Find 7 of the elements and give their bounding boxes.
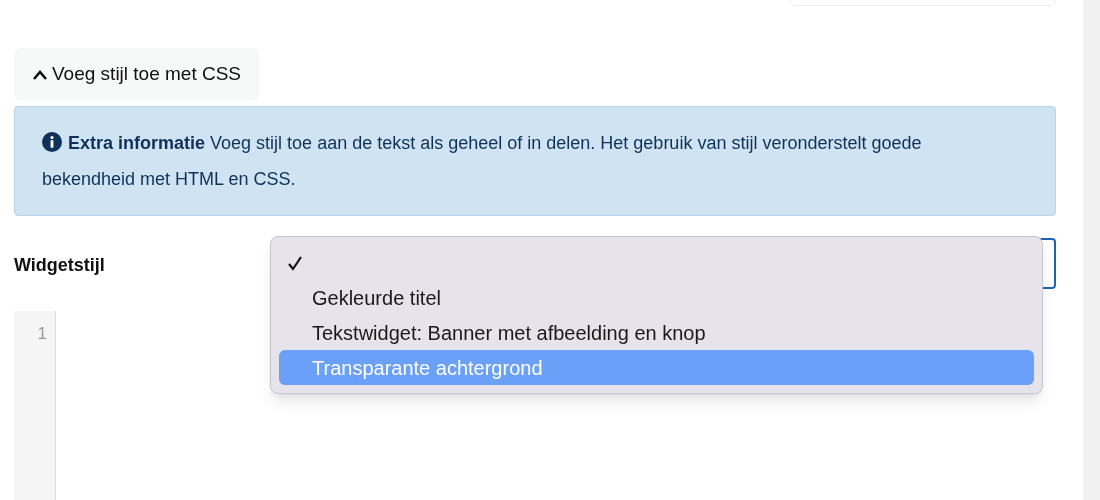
line-number: 1 [37,323,47,345]
dropdown-option[interactable]: Tekstwidget: Banner met afbeelding en knop [279,315,1034,350]
info-text: Extra informatie Voeg stijl toe aan de tekst als geheel of in delen. Het gebruik van stijl veronderstelt goede bekendheid met HTML en CSS. [42,131,923,191]
info-icon [42,132,62,152]
field-label: Widgetstijl [14,254,106,277]
toggle-button[interactable]: Voeg stijl toe met CSS [14,48,260,101]
dropdown-option[interactable]: Gekleurde titel [279,280,1034,315]
